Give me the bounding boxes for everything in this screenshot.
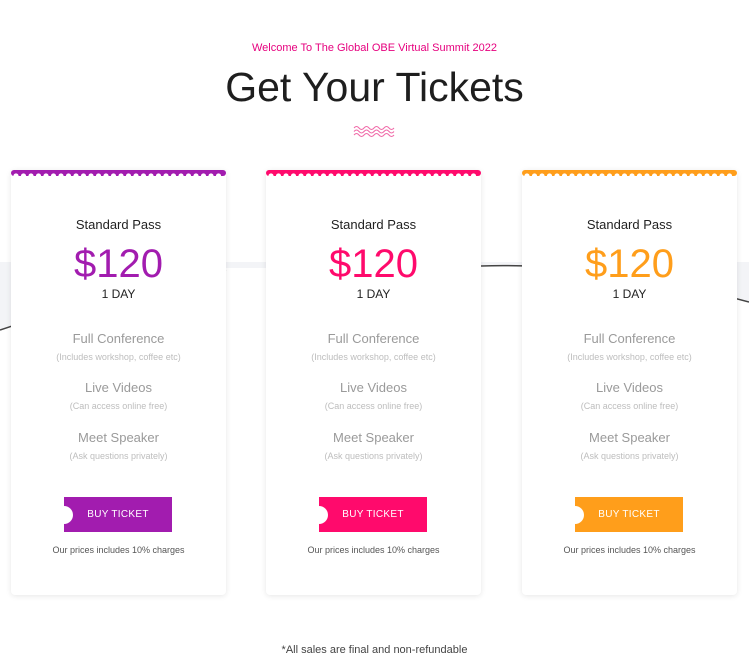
price-note: Our prices includes 10% charges <box>307 545 440 555</box>
page-title: Get Your Tickets <box>225 64 524 110</box>
pass-name: Standard Pass <box>330 217 417 232</box>
feature-name: Full Conference <box>327 331 420 346</box>
feature-description: (Can access online free) <box>69 401 168 411</box>
feature-item: Meet Speaker (Ask questions privately) <box>266 430 481 462</box>
feature-item: Full Conference (Includes workshop, coff… <box>522 331 737 363</box>
ticket-price: $120 <box>329 242 418 286</box>
ticket-card: Standard Pass $120 1 DAY Full Conference… <box>522 170 737 595</box>
ticket-card: Standard Pass $120 1 DAY Full Conference… <box>266 170 481 595</box>
pass-name: Standard Pass <box>75 217 162 232</box>
feature-name: Full Conference <box>72 331 165 346</box>
buy-ticket-label: BUY TICKET <box>342 509 404 520</box>
ticket-price: $120 <box>74 242 163 286</box>
feature-name: Live Videos <box>340 380 407 395</box>
feature-name: Meet Speaker <box>78 430 159 445</box>
pass-name: Standard Pass <box>586 217 673 232</box>
feature-item: Meet Speaker (Ask questions privately) <box>522 430 737 462</box>
buy-ticket-button[interactable]: BUY TICKET <box>566 497 683 532</box>
feature-name: Live Videos <box>596 380 663 395</box>
feature-item: Live Videos (Can access online free) <box>266 380 481 412</box>
feature-item: Full Conference (Includes workshop, coff… <box>11 331 226 363</box>
buy-ticket-label: BUY TICKET <box>87 509 149 520</box>
feature-name: Full Conference <box>583 331 676 346</box>
ticket-period: 1 DAY <box>101 287 136 301</box>
ticket-period: 1 DAY <box>356 287 391 301</box>
buy-ticket-button[interactable]: BUY TICKET <box>310 497 427 532</box>
feature-description: (Ask questions privately) <box>69 451 168 461</box>
feature-description: (Ask questions privately) <box>580 451 679 461</box>
ticket-price: $120 <box>585 242 674 286</box>
feature-item: Full Conference (Includes workshop, coff… <box>266 331 481 363</box>
buy-ticket-label: BUY TICKET <box>598 509 660 520</box>
feature-item: Live Videos (Can access online free) <box>11 380 226 412</box>
feature-description: (Includes workshop, coffee etc) <box>56 352 181 362</box>
feature-item: Meet Speaker (Ask questions privately) <box>11 430 226 462</box>
ticket-scallop-edge <box>266 170 481 179</box>
feature-description: (Ask questions privately) <box>324 451 423 461</box>
ticket-period: 1 DAY <box>612 287 647 301</box>
feature-description: (Can access online free) <box>324 401 423 411</box>
ticket-notch-icon <box>310 506 328 524</box>
feature-description: (Includes workshop, coffee etc) <box>311 352 436 362</box>
squiggle-divider-icon <box>353 126 395 137</box>
ticket-scallop-edge <box>11 170 226 179</box>
ticket-card: Standard Pass $120 1 DAY Full Conference… <box>11 170 226 595</box>
ticket-notch-icon <box>566 506 584 524</box>
feature-description: (Includes workshop, coffee etc) <box>567 352 692 362</box>
welcome-text: Welcome To The Global OBE Virtual Summit… <box>252 42 497 54</box>
ticket-scallop-edge <box>522 170 737 179</box>
price-note: Our prices includes 10% charges <box>52 545 185 555</box>
sales-disclaimer: *All sales are final and non-refundable <box>281 644 468 656</box>
feature-name: Live Videos <box>85 380 152 395</box>
feature-name: Meet Speaker <box>589 430 670 445</box>
price-note: Our prices includes 10% charges <box>563 545 696 555</box>
buy-ticket-button[interactable]: BUY TICKET <box>55 497 172 532</box>
ticket-notch-icon <box>55 506 73 524</box>
feature-item: Live Videos (Can access online free) <box>522 380 737 412</box>
feature-name: Meet Speaker <box>333 430 414 445</box>
feature-description: (Can access online free) <box>580 401 679 411</box>
